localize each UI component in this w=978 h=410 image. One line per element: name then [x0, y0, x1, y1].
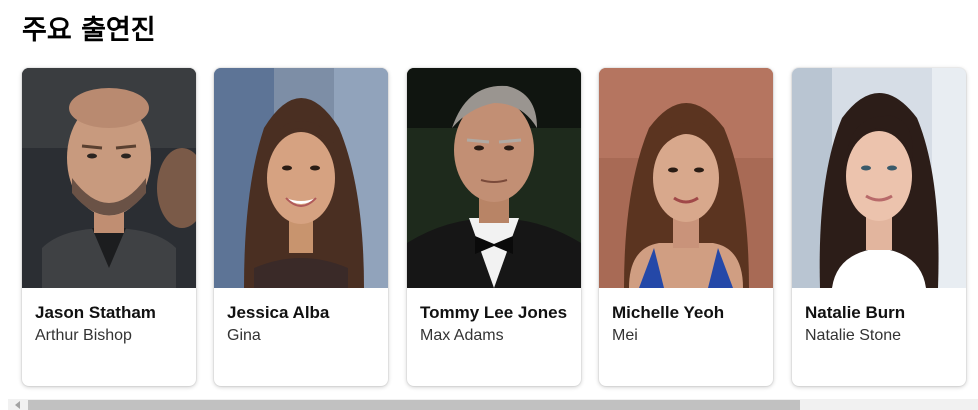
- scroll-left-arrow-icon[interactable]: [8, 399, 26, 410]
- actor-name: Tommy Lee Jones: [420, 303, 568, 322]
- cast-card-natalie-burn[interactable]: Natalie Burn Natalie Stone: [792, 68, 966, 386]
- actor-photo: [407, 68, 581, 288]
- role-name: Natalie Stone: [805, 327, 902, 344]
- actor-photo: [22, 68, 196, 288]
- horizontal-scrollbar[interactable]: [8, 399, 978, 410]
- cast-card-tommy-lee-jones[interactable]: Tommy Lee Jones Max Adams: [407, 68, 581, 386]
- role-name: Arthur Bishop: [35, 327, 132, 344]
- cast-carousel: Jason Statham Arthur Bishop Jessica Alba…: [0, 68, 978, 388]
- cast-card-michelle-yeoh[interactable]: Michelle Yeoh Mei: [599, 68, 773, 386]
- actor-name: Jessica Alba: [227, 303, 330, 322]
- cast-card-jessica-alba[interactable]: Jessica Alba Gina: [214, 68, 388, 386]
- role-name: Mei: [612, 327, 638, 344]
- actor-name: Jason Statham: [35, 303, 156, 322]
- role-name: Gina: [227, 327, 261, 344]
- actor-photo: [214, 68, 388, 288]
- actor-name: Natalie Burn: [805, 303, 906, 322]
- scrollbar-thumb[interactable]: [28, 400, 800, 410]
- section-title: 주요 출연진: [22, 15, 156, 46]
- actor-photo: [599, 68, 773, 288]
- actor-name: Michelle Yeoh: [612, 303, 725, 322]
- actor-photo: [792, 68, 966, 288]
- cast-card-jason-statham[interactable]: Jason Statham Arthur Bishop: [22, 68, 196, 386]
- role-name: Max Adams: [420, 327, 504, 344]
